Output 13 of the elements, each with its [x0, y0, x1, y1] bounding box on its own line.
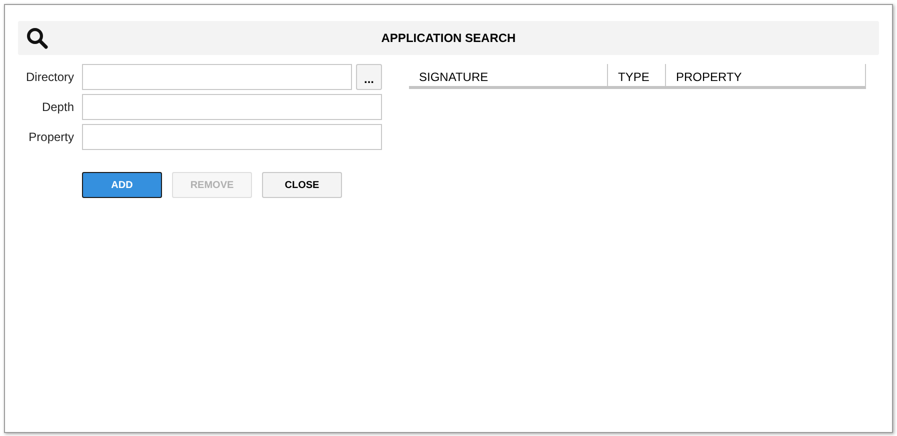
column-header[interactable]: TYPE: [608, 64, 666, 86]
action-button[interactable]: CLOSE: [262, 172, 342, 198]
column-header[interactable]: PROPERTY: [666, 64, 865, 86]
browse-button[interactable]: ...: [356, 64, 382, 90]
field-label: Property: [28, 129, 74, 146]
input-field[interactable]: [82, 124, 382, 150]
input-field[interactable]: [82, 94, 382, 120]
search-icon: [26, 27, 48, 49]
field-label: Directory: [24, 69, 74, 86]
input-field[interactable]: [82, 64, 352, 90]
field-label: Depth: [40, 99, 74, 116]
dialog-title: APPLICATION SEARCH: [380, 30, 517, 47]
column-header[interactable]: SIGNATURE: [409, 64, 608, 86]
